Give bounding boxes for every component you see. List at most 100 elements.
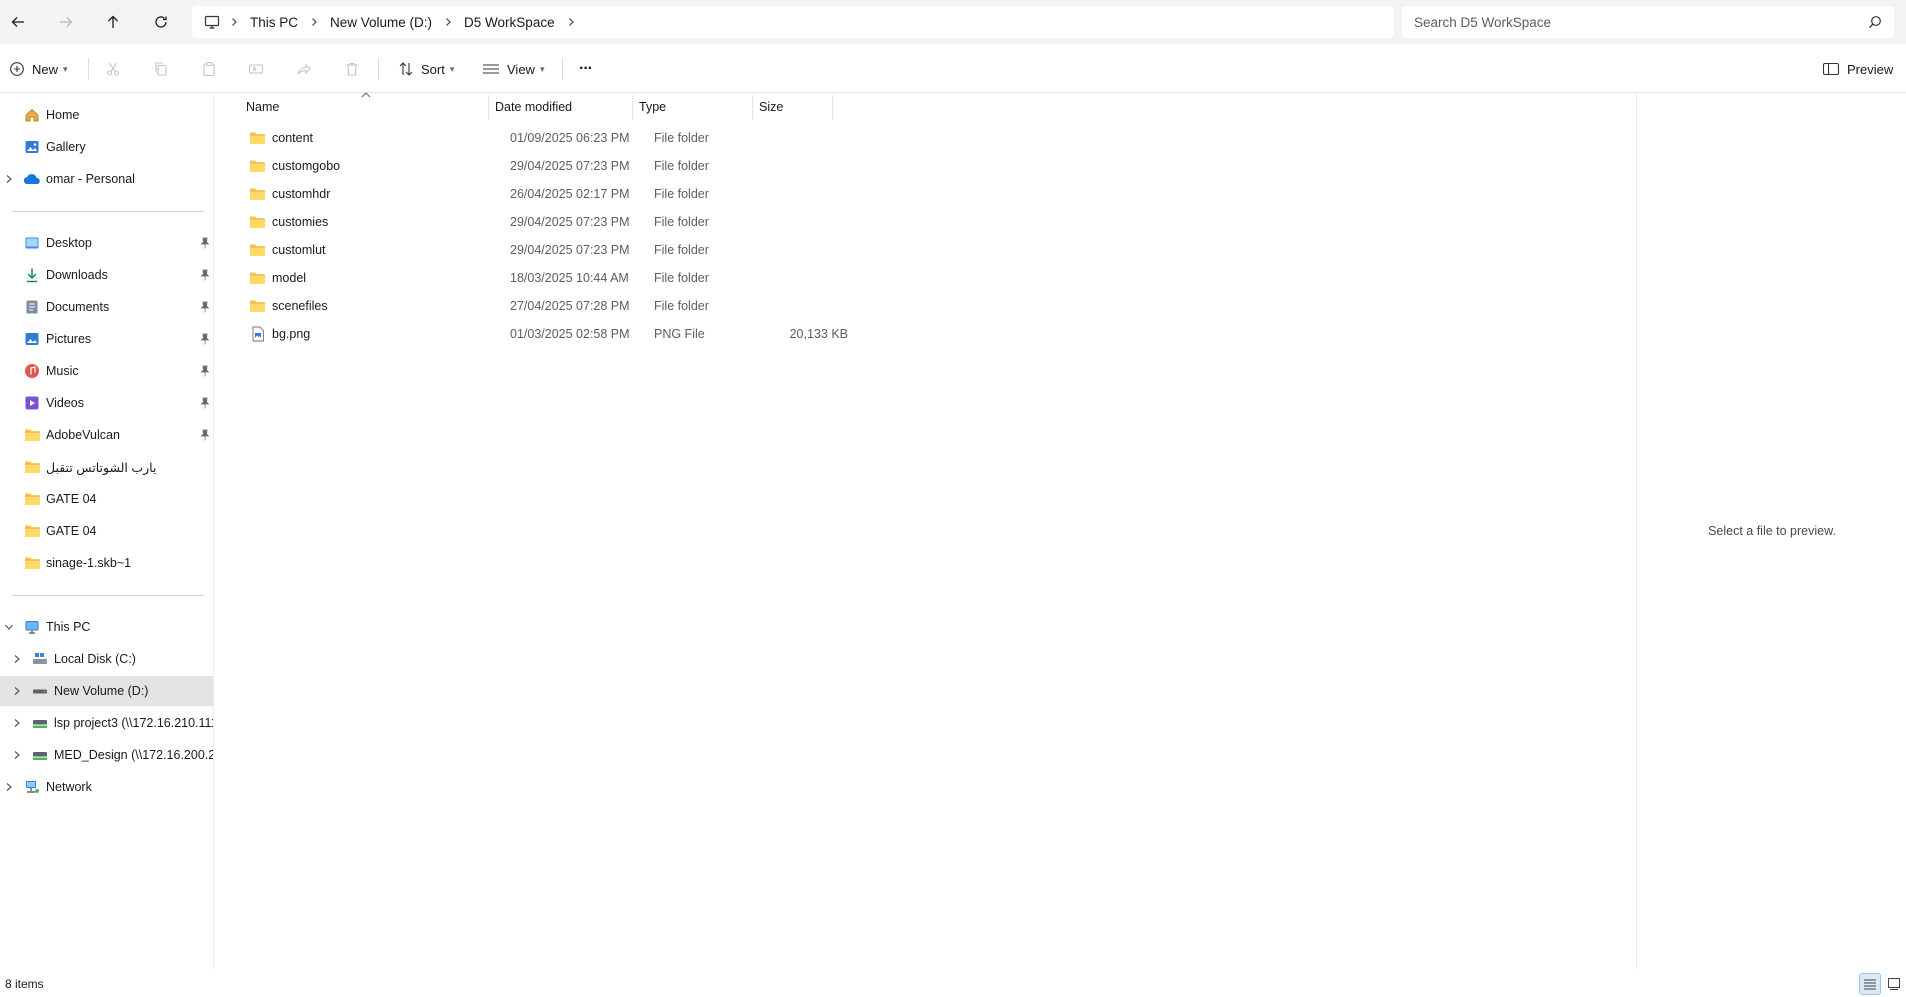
chevron-right-icon[interactable] <box>11 749 23 761</box>
chevron-right-icon[interactable] <box>563 6 579 38</box>
sidebar-item-music[interactable]: Music <box>0 356 213 386</box>
column-divider[interactable] <box>832 95 833 120</box>
sidebar-item-gate-04[interactable]: GATE 04 <box>0 484 213 514</box>
sidebar-item-onedrive[interactable]: omar - Personal <box>0 164 213 194</box>
chevron-right-icon[interactable] <box>11 653 23 665</box>
back-button[interactable] <box>2 6 34 38</box>
network-drive-icon <box>31 714 49 732</box>
sidebar-item-this-pc[interactable]: This PC <box>0 612 213 642</box>
file-row-bg-png[interactable]: bg.png 01/03/2025 02:58 PM PNG File 20,1… <box>227 320 848 348</box>
sidebar-item-adobevulcan[interactable]: AdobeVulcan <box>0 420 213 450</box>
file-name-cell: customies <box>249 208 328 236</box>
sidebar-item-label: Downloads <box>46 268 108 282</box>
chevron-right-icon[interactable] <box>11 685 23 697</box>
sidebar-item-documents[interactable]: Documents <box>0 292 213 322</box>
sidebar-item-lsp-project3[interactable]: lsp project3 (\\172.16.210.111) <box>0 708 213 738</box>
more-options-button[interactable]: ··· <box>573 54 598 84</box>
file-row-customhdr[interactable]: customhdr 26/04/2025 02:17 PM File folde… <box>227 180 847 208</box>
pin-icon[interactable] <box>198 268 212 282</box>
sidebar-item-local-disk-c[interactable]: Local Disk (C:) <box>0 644 213 674</box>
file-row-customgobo[interactable]: customgobo 29/04/2025 07:23 PM File fold… <box>227 152 847 180</box>
file-size <box>749 236 848 264</box>
search-box[interactable] <box>1402 6 1894 38</box>
pin-icon[interactable] <box>198 332 212 346</box>
folder-icon <box>23 426 41 444</box>
search-icon[interactable] <box>1868 15 1882 29</box>
drive-icon <box>31 650 49 668</box>
clipboard-icon <box>201 61 217 77</box>
view-button[interactable]: View ▾ <box>476 54 550 84</box>
folder-icon <box>249 271 266 285</box>
breadcrumb-d5-workspace[interactable]: D5 WorkSpace <box>456 15 563 30</box>
details-view-button[interactable] <box>1859 973 1881 995</box>
view-label: View <box>507 61 535 77</box>
breadcrumb-this-pc[interactable]: This PC <box>242 15 306 30</box>
sidebar-item-gallery[interactable]: Gallery <box>0 132 213 162</box>
column-type[interactable]: Type <box>633 94 752 120</box>
pin-icon[interactable] <box>198 364 212 378</box>
sidebar-item-arabic-folder[interactable]: يارب الشوتاتس تتقبل <box>0 452 213 482</box>
chevron-down-icon[interactable] <box>3 621 15 633</box>
file-size: 20,133 KB <box>789 327 848 341</box>
chevron-right-icon[interactable] <box>3 781 15 793</box>
monitor-icon[interactable] <box>204 14 226 30</box>
pin-icon[interactable] <box>198 428 212 442</box>
sidebar-item-label: GATE 04 <box>46 524 97 538</box>
preview-button[interactable]: Preview <box>1816 54 1899 84</box>
chevron-right-icon[interactable] <box>3 173 15 185</box>
sidebar-item-network[interactable]: Network <box>0 772 213 802</box>
file-size <box>749 292 848 320</box>
sidebar-item-home[interactable]: Home <box>0 100 213 130</box>
sidebar-item-label: This PC <box>46 620 91 634</box>
column-size[interactable]: Size <box>753 94 832 120</box>
chevron-right-icon[interactable] <box>226 6 242 38</box>
file-row-scenefiles[interactable]: scenefiles 27/04/2025 07:28 PM File fold… <box>227 292 847 320</box>
chevron-down-icon: ▾ <box>63 63 68 74</box>
sort-label: Sort <box>421 61 445 77</box>
sidebar-item-med-design[interactable]: MED_Design (\\172.16.200.200) <box>0 740 213 770</box>
delete-button[interactable] <box>338 56 366 82</box>
file-name: customgobo <box>272 159 341 173</box>
file-type: PNG File <box>654 327 705 341</box>
tiles-view-button[interactable] <box>1883 973 1905 995</box>
file-row-customlut[interactable]: customlut 29/04/2025 07:23 PM File folde… <box>227 236 847 264</box>
pin-icon[interactable] <box>198 300 212 314</box>
new-button[interactable]: New ▾ <box>3 54 74 84</box>
copy-button[interactable] <box>147 56 175 82</box>
trash-icon <box>344 61 360 77</box>
file-row-content[interactable]: content 01/09/2025 06:23 PM File folder <box>227 124 847 152</box>
forward-button[interactable] <box>50 6 82 38</box>
file-row-customies[interactable]: customies 29/04/2025 07:23 PM File folde… <box>227 208 847 236</box>
cut-button[interactable] <box>99 56 127 82</box>
pin-icon[interactable] <box>198 396 212 410</box>
sidebar-item-desktop[interactable]: Desktop <box>0 228 213 258</box>
share-button[interactable] <box>290 56 318 82</box>
file-date: 01/09/2025 06:23 PM <box>510 131 630 145</box>
breadcrumb[interactable]: This PC New Volume (D:) D5 WorkSpace <box>192 6 1394 38</box>
search-input[interactable] <box>1414 14 1868 30</box>
sidebar-item-sinage[interactable]: sinage-1.skb~1 <box>0 548 213 578</box>
column-date-modified[interactable]: Date modified <box>489 94 632 120</box>
sort-button[interactable]: Sort ▾ <box>392 54 460 84</box>
chevron-right-icon[interactable] <box>440 6 456 38</box>
breadcrumb-new-volume[interactable]: New Volume (D:) <box>322 15 440 30</box>
paste-button[interactable] <box>195 56 223 82</box>
sidebar-item-downloads[interactable]: Downloads <box>0 260 213 290</box>
sidebar-item-pictures[interactable]: Pictures <box>0 324 213 354</box>
sidebar-item-gate-04-second[interactable]: GATE 04 <box>0 516 213 546</box>
column-name[interactable]: Name <box>240 94 486 120</box>
rename-button[interactable] <box>242 56 270 82</box>
preview-empty-message: Select a file to preview. <box>1708 524 1836 538</box>
sidebar-item-label: Pictures <box>46 332 92 346</box>
chevron-right-icon[interactable] <box>11 717 23 729</box>
refresh-button[interactable] <box>145 6 177 38</box>
sidebar-item-new-volume-d[interactable]: New Volume (D:) <box>0 676 213 706</box>
file-row-model[interactable]: model 18/03/2025 10:44 AM File folder <box>227 264 847 292</box>
sidebar-item-videos[interactable]: Videos <box>0 388 213 418</box>
share-icon <box>296 61 312 77</box>
up-button[interactable] <box>97 6 129 38</box>
pin-icon[interactable] <box>198 236 212 250</box>
chevron-right-icon[interactable] <box>306 6 322 38</box>
folder-icon <box>249 243 266 257</box>
home-icon <box>23 106 41 124</box>
